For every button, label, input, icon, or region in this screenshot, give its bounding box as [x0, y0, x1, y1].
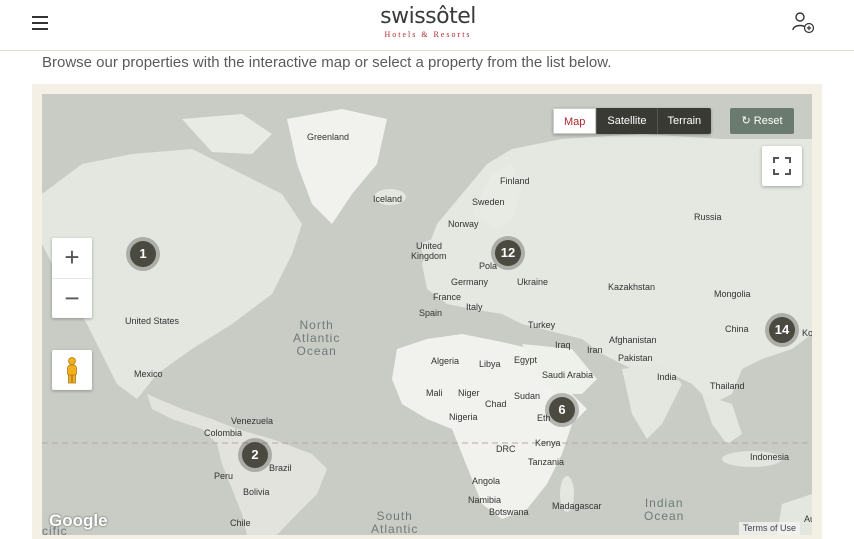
label-indian-ocean: Indian Ocean [644, 496, 685, 523]
label-saudi-arabia: Saudi Arabia [542, 370, 594, 380]
label-kazakhstan: Kazakhstan [608, 282, 656, 292]
label-russia: Russia [694, 212, 722, 222]
reset-label: Reset [753, 115, 783, 127]
cluster-count: 6 [549, 397, 575, 423]
label-peru: Peru [214, 471, 234, 481]
label-uk-1: United [416, 241, 443, 251]
label-sweden: Sweden [472, 197, 505, 207]
brand-logo[interactable]: swissôtel Hotels & Resorts [377, 4, 479, 39]
label-usa: United States [125, 316, 180, 326]
label-iraq: Iraq [555, 340, 571, 350]
label-north-atlantic-ocean: North Atlantic Ocean [293, 318, 341, 358]
label-mexico: Mexico [134, 369, 163, 379]
pegman-icon [67, 357, 77, 384]
label-brazil: Brazil [269, 463, 292, 473]
label-libya: Libya [479, 359, 501, 369]
label-greenland: Greenland [307, 132, 350, 142]
intro-text: Browse our properties with the interacti… [42, 54, 612, 71]
label-colombia: Colombia [204, 428, 243, 438]
cluster-count: 1 [130, 241, 156, 267]
label-chad: Chad [485, 399, 507, 409]
hotel-cluster-north-america[interactable]: 1 [126, 237, 160, 271]
interactive-map[interactable]: Greenland Finland Iceland Sweden Norway … [42, 94, 812, 535]
label-turkey: Turkey [528, 320, 556, 330]
label-thailand: Thailand [710, 381, 745, 391]
label-drc: DRC [496, 444, 516, 454]
hotel-cluster-africa[interactable]: 6 [545, 393, 579, 427]
label-india: India [657, 372, 677, 382]
label-venezuela: Venezuela [231, 416, 274, 426]
label-angola: Angola [472, 476, 501, 486]
google-logo[interactable]: Google [49, 511, 108, 531]
label-iceland: Iceland [373, 194, 403, 204]
label-france: France [433, 292, 462, 302]
label-italy: Italy [466, 302, 483, 312]
terms-of-use-link[interactable]: Terms of Use [739, 522, 801, 535]
label-germany: Germany [451, 277, 489, 287]
site-header: swissôtel Hotels & Resorts [0, 0, 854, 51]
hotel-cluster-europe[interactable]: 12 [491, 236, 525, 270]
label-south-atlantic: South Atlantic [371, 509, 419, 536]
label-pakistan: Pakistan [618, 353, 653, 363]
map-type-control: Map Satellite Terrain [553, 108, 712, 134]
fullscreen-button[interactable] [762, 146, 802, 186]
label-botswana: Botswana [489, 507, 529, 517]
reset-map-button[interactable]: ↻ Reset [730, 108, 794, 134]
street-view-button[interactable] [52, 350, 92, 390]
brand-logo-main: swissôtel [380, 4, 476, 29]
label-china: China [725, 324, 749, 334]
zoom-out-button[interactable]: − [52, 278, 92, 319]
user-add-icon[interactable] [790, 10, 816, 36]
label-chile: Chile [230, 518, 251, 528]
hamburger-menu-icon[interactable] [32, 16, 48, 30]
zoom-in-button[interactable]: + [52, 238, 92, 278]
label-korea: Ko [802, 328, 812, 338]
label-spain: Spain [419, 308, 443, 318]
label-indonesia: Indonesia [750, 452, 790, 462]
label-tanzania: Tanzania [528, 457, 565, 467]
label-niger: Niger [458, 388, 480, 398]
cluster-count: 12 [495, 240, 521, 266]
zoom-control: + − [52, 238, 92, 318]
hotel-cluster-south-america[interactable]: 2 [238, 438, 272, 472]
refresh-icon: ↻ [741, 115, 751, 127]
hotel-cluster-asia[interactable]: 14 [765, 313, 799, 347]
label-nigeria: Nigeria [449, 412, 478, 422]
map-type-map-button[interactable]: Map [553, 108, 597, 134]
label-egypt: Egypt [514, 355, 538, 365]
label-mongolia: Mongolia [714, 289, 751, 299]
map-type-terrain-button[interactable]: Terrain [656, 108, 712, 134]
label-sudan: Sudan [514, 391, 541, 401]
label-algeria: Algeria [431, 356, 460, 366]
label-bolivia: Bolivia [243, 487, 270, 497]
label-kenya: Kenya [535, 438, 561, 448]
label-au: Au [804, 514, 812, 524]
cluster-count: 14 [769, 317, 795, 343]
fullscreen-icon [773, 157, 791, 175]
label-finland: Finland [500, 176, 530, 186]
label-madagascar: Madagascar [552, 501, 602, 511]
brand-logo-sub: Hotels & Resorts [384, 30, 472, 39]
cluster-count: 2 [242, 442, 268, 468]
label-mali: Mali [426, 388, 443, 398]
label-iran: Iran [587, 345, 603, 355]
label-norway: Norway [448, 219, 479, 229]
label-namibia: Namibia [468, 495, 502, 505]
label-afghanistan: Afghanistan [609, 335, 657, 345]
label-uk-2: Kingdom [411, 251, 447, 261]
map-type-satellite-button[interactable]: Satellite [596, 108, 657, 134]
label-ukraine: Ukraine [517, 277, 549, 287]
